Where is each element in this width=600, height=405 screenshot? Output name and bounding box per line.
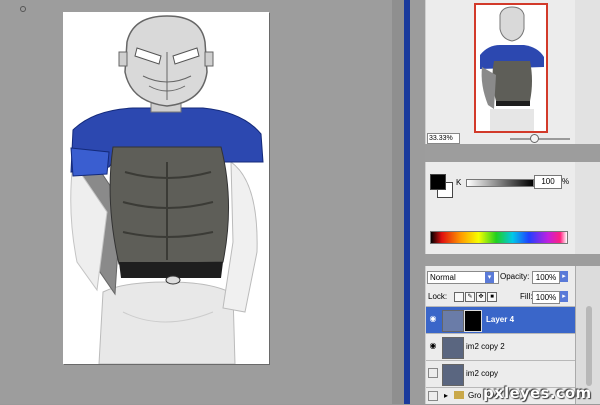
foreground-color-swatch[interactable] xyxy=(430,174,446,190)
eye-icon[interactable]: ◉ xyxy=(428,341,438,351)
lock-brush-icon[interactable]: ✎ xyxy=(465,292,475,302)
layer-row[interactable]: im2 copy xyxy=(426,360,576,387)
color-spectrum-bar[interactable] xyxy=(430,231,568,244)
zoom-slider-track[interactable] xyxy=(510,138,570,140)
layer-row[interactable]: ◉ im2 copy 2 xyxy=(426,333,576,360)
lock-move-icon[interactable]: ✥ xyxy=(476,292,486,302)
scrollbar-thumb[interactable] xyxy=(586,306,592,386)
panel-edge xyxy=(575,0,600,144)
fill-field[interactable]: 100% xyxy=(532,291,560,304)
zoom-slider-handle[interactable] xyxy=(530,134,539,143)
canvas-area[interactable] xyxy=(0,0,392,404)
chevron-right-icon[interactable]: ▸ xyxy=(560,271,568,282)
eye-icon[interactable]: ◉ xyxy=(428,314,438,324)
channel-slider[interactable] xyxy=(466,179,534,187)
document-image[interactable] xyxy=(63,12,269,364)
color-panel: K 100 % xyxy=(425,162,576,254)
panel-gap xyxy=(425,144,600,162)
visibility-toggle[interactable] xyxy=(428,391,438,401)
layer-row[interactable]: ◉ Layer 4 xyxy=(426,306,576,333)
layer-name: im2 copy 2 xyxy=(466,342,505,351)
artwork-figure xyxy=(70,15,264,364)
channel-value-field[interactable]: 100 xyxy=(534,175,562,189)
layer-mask-thumbnail[interactable] xyxy=(464,310,482,332)
chevron-right-icon[interactable]: ▸ xyxy=(560,291,568,302)
layer-name: Layer 4 xyxy=(486,315,515,324)
lock-transparency-icon[interactable] xyxy=(454,292,464,302)
fill-label: Fill: xyxy=(520,292,533,301)
navigator-panel: 33.33% xyxy=(425,0,576,144)
lock-label: Lock: xyxy=(428,292,448,301)
layer-thumbnail xyxy=(442,337,464,359)
folder-icon xyxy=(454,391,464,399)
panel-gutter xyxy=(392,0,404,404)
expand-arrow-icon[interactable]: ▸ xyxy=(444,391,448,400)
panel-gap xyxy=(425,254,600,266)
lock-all-icon[interactable]: ■ xyxy=(487,292,497,302)
panel-divider xyxy=(410,0,425,404)
chevron-down-icon[interactable]: ▾ xyxy=(485,272,494,283)
layer-name: im2 copy xyxy=(466,369,499,378)
layer-name: Gro xyxy=(468,391,482,400)
watermark: pxleyes.com xyxy=(483,384,592,402)
layer-thumbnail xyxy=(442,364,464,386)
opacity-field[interactable]: 100% xyxy=(532,271,560,284)
visibility-toggle[interactable] xyxy=(428,368,438,378)
channel-label: K xyxy=(456,178,462,187)
zoom-level-field[interactable]: 33.33% xyxy=(427,133,460,144)
panel-edge xyxy=(575,162,600,254)
brush-cursor-icon xyxy=(20,6,26,12)
layer-thumbnail xyxy=(442,310,464,332)
navigator-thumbnail xyxy=(476,5,546,131)
opacity-label: Opacity: xyxy=(500,272,530,281)
channel-unit: % xyxy=(562,177,570,186)
navigator-view-box[interactable] xyxy=(474,3,548,133)
